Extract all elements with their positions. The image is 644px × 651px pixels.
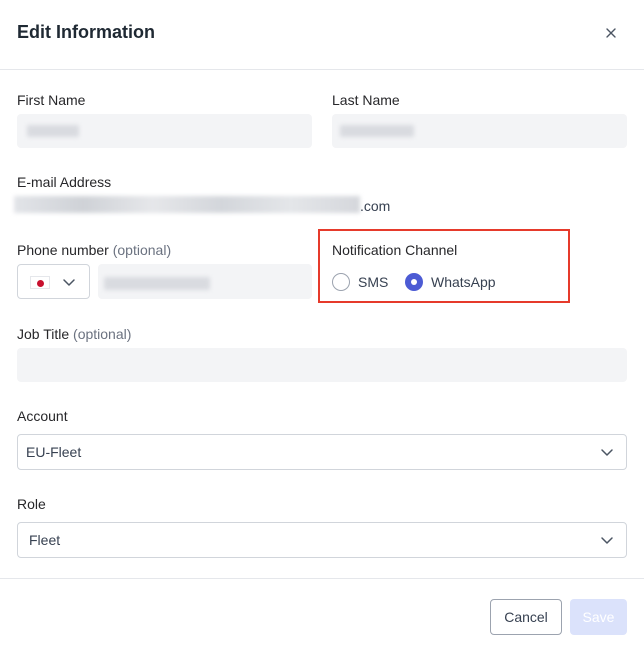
job-title-input[interactable]	[17, 348, 627, 382]
notification-highlight-box	[318, 229, 570, 303]
role-select-value: Fleet	[29, 532, 61, 548]
account-label: Account	[17, 408, 68, 424]
notification-channel-label: Notification Channel	[332, 242, 458, 258]
cancel-button[interactable]: Cancel	[490, 599, 562, 635]
dialog-header: Edit Information	[0, 0, 644, 70]
sms-radio[interactable]	[332, 273, 350, 291]
phone-optional-text: (optional)	[112, 242, 172, 258]
role-select[interactable]: Fleet	[17, 522, 627, 558]
footer-divider	[0, 578, 644, 579]
job-title-label-text: Job Title	[17, 326, 70, 342]
whatsapp-radio-label[interactable]: WhatsApp	[431, 274, 496, 290]
phone-input[interactable]	[98, 264, 312, 299]
japan-flag-icon	[30, 276, 50, 289]
phone-label-text: Phone number	[17, 242, 109, 258]
email-domain-suffix: .com	[360, 198, 391, 214]
last-name-label: Last Name	[332, 92, 400, 108]
chevron-down-icon	[601, 449, 613, 456]
role-label: Role	[17, 496, 46, 512]
whatsapp-radio[interactable]	[405, 273, 423, 291]
job-title-optional-text: (optional)	[73, 326, 132, 342]
save-button[interactable]: Save	[570, 599, 627, 635]
first-name-label: First Name	[17, 92, 86, 108]
redacted-value	[27, 125, 79, 137]
redacted-value	[340, 125, 414, 137]
first-name-input[interactable]	[17, 114, 312, 148]
country-code-select[interactable]	[17, 264, 90, 299]
dialog-title: Edit Information	[17, 22, 155, 42]
redacted-value	[104, 277, 210, 290]
email-redacted-value	[14, 196, 360, 213]
email-label: E-mail Address	[17, 174, 112, 190]
job-title-label: Job Title (optional)	[17, 326, 131, 342]
account-select-value: EU-Fleet	[26, 444, 82, 460]
chevron-down-icon	[601, 537, 613, 544]
chevron-down-icon	[63, 279, 75, 286]
close-button[interactable]	[600, 22, 622, 44]
close-icon	[606, 28, 616, 38]
phone-label: Phone number (optional)	[17, 242, 171, 258]
account-select[interactable]: EU-Fleet	[17, 434, 627, 470]
last-name-input[interactable]	[332, 114, 627, 148]
sms-radio-label[interactable]: SMS	[358, 274, 388, 290]
